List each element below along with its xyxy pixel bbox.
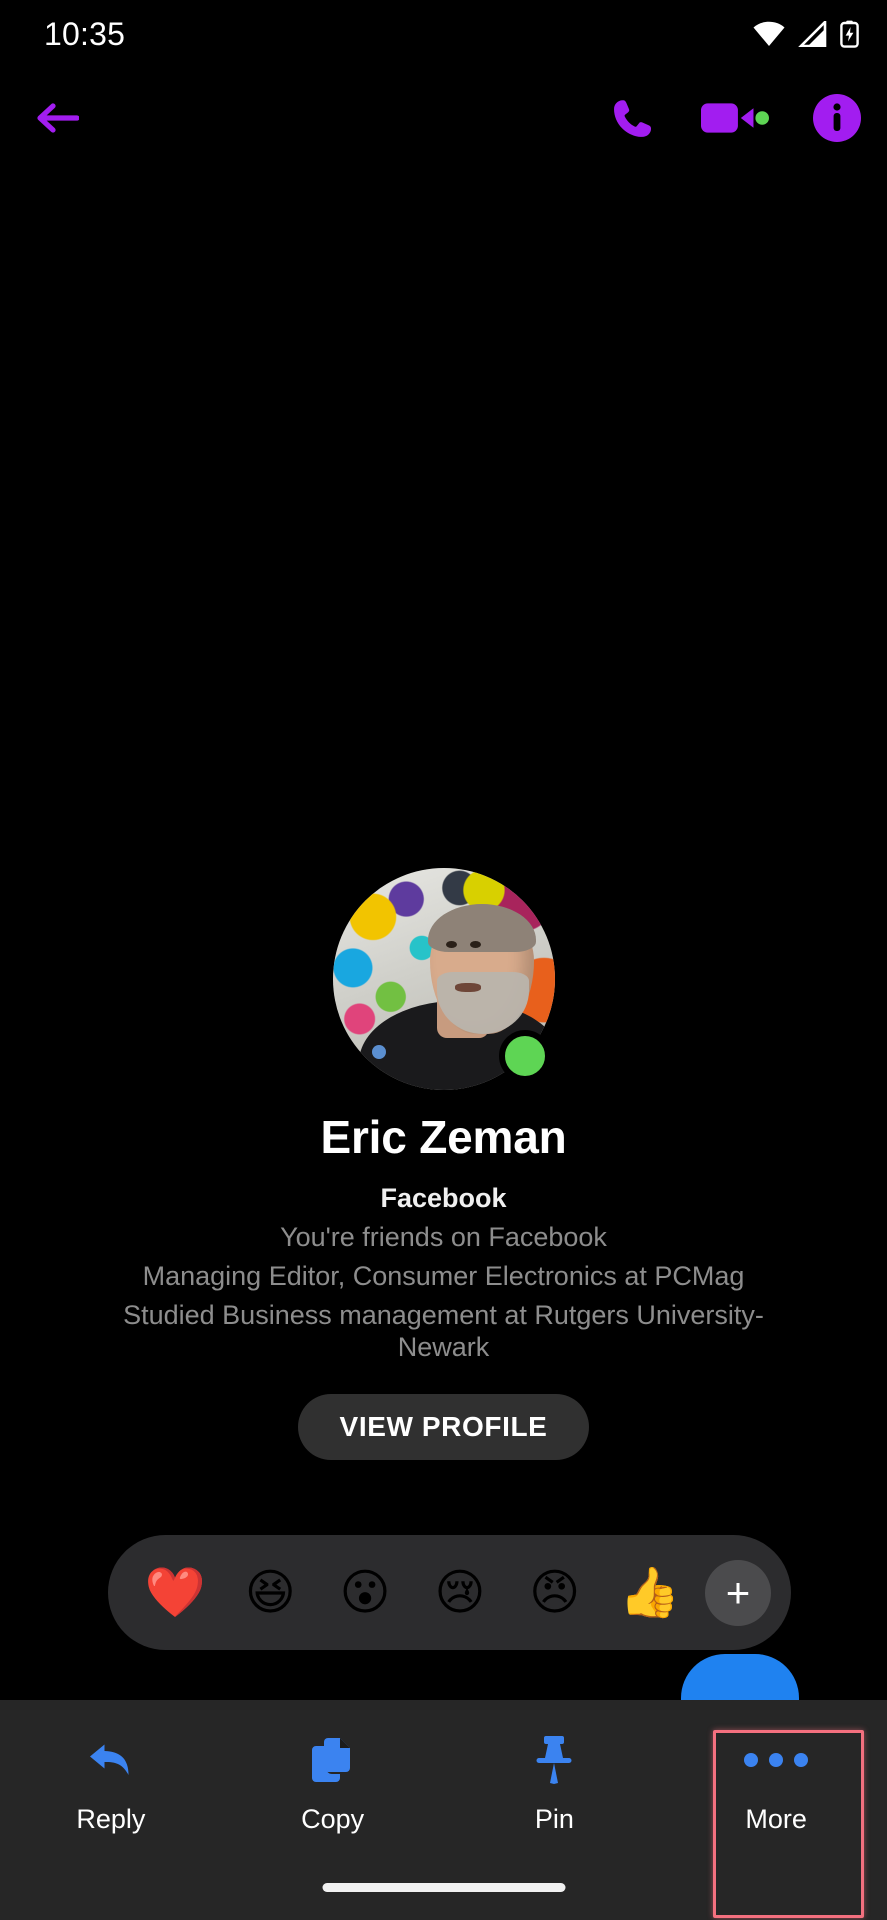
- profile-source: Facebook: [380, 1182, 507, 1213]
- ellipsis-dot-1: [744, 1752, 759, 1767]
- reaction-bar: ❤️ 😆 😮 😢 😠 👍 +: [108, 1535, 791, 1650]
- profile-work: Managing Editor, Consumer Electronics at…: [142, 1260, 745, 1291]
- cellular-signal-icon: [798, 21, 827, 47]
- home-indicator[interactable]: [322, 1883, 565, 1892]
- laughing-reaction[interactable]: 😆: [223, 1568, 318, 1617]
- view-profile-button[interactable]: VIEW PROFILE: [297, 1394, 590, 1461]
- video-camera-icon: [701, 103, 769, 133]
- info-circle-icon: [813, 94, 861, 142]
- profile-name: Eric Zeman: [320, 1111, 567, 1163]
- action-copy-label: Copy: [301, 1803, 365, 1834]
- ellipsis-icon: [744, 1736, 809, 1784]
- profile-block: Eric Zeman Facebook You're friends on Fa…: [0, 868, 887, 1461]
- app-header: [0, 82, 887, 154]
- heart-reaction[interactable]: ❤️: [128, 1568, 223, 1617]
- action-reply-label: Reply: [76, 1803, 146, 1834]
- thumbs-up-reaction[interactable]: 👍: [602, 1568, 697, 1617]
- status-bar-clock: 10:35: [44, 16, 126, 52]
- online-status-indicator: [498, 1030, 551, 1082]
- back-button[interactable]: [28, 89, 86, 147]
- profile-friendship-status: You're friends on Facebook: [280, 1221, 607, 1252]
- action-pin-label: Pin: [534, 1803, 574, 1834]
- arrow-left-icon: [37, 103, 79, 133]
- ellipsis-dot-3: [794, 1752, 809, 1767]
- action-more[interactable]: More: [665, 1700, 887, 1868]
- message-action-row: Reply Copy Pin More: [0, 1700, 887, 1868]
- sad-reaction[interactable]: 😢: [412, 1568, 507, 1617]
- header-actions: [605, 90, 865, 146]
- wow-reaction[interactable]: 😮: [318, 1568, 413, 1617]
- audio-call-button[interactable]: [605, 90, 661, 146]
- ellipsis-dot-2: [769, 1752, 784, 1767]
- conversation-info-button[interactable]: [809, 90, 865, 146]
- messenger-conversation-details-screen: 10:35 Eric Zeman Facebook You're friends…: [0, 0, 887, 1920]
- message-action-sheet: Reply Copy Pin More: [0, 1700, 887, 1920]
- video-active-dot: [755, 111, 769, 125]
- status-bar: 10:35: [0, 0, 887, 68]
- action-pin[interactable]: Pin: [444, 1700, 666, 1868]
- action-more-label: More: [745, 1803, 807, 1834]
- action-copy[interactable]: Copy: [222, 1700, 444, 1868]
- video-call-button[interactable]: [699, 90, 771, 146]
- status-bar-icons: [752, 20, 859, 48]
- add-reaction-button[interactable]: +: [704, 1559, 771, 1626]
- angry-reaction[interactable]: 😠: [507, 1568, 602, 1617]
- wifi-icon: [753, 21, 785, 46]
- avatar-wrapper[interactable]: [332, 868, 555, 1090]
- phone-icon: [614, 100, 652, 137]
- profile-education: Studied Business management at Rutgers U…: [123, 1299, 764, 1363]
- avatar-mouth: [454, 983, 481, 993]
- pushpin-icon: [535, 1735, 573, 1784]
- action-reply[interactable]: Reply: [0, 1700, 222, 1868]
- battery-charging-icon: [840, 20, 859, 48]
- copy-documents-icon: [310, 1736, 356, 1784]
- reply-arrow-icon: [86, 1736, 136, 1784]
